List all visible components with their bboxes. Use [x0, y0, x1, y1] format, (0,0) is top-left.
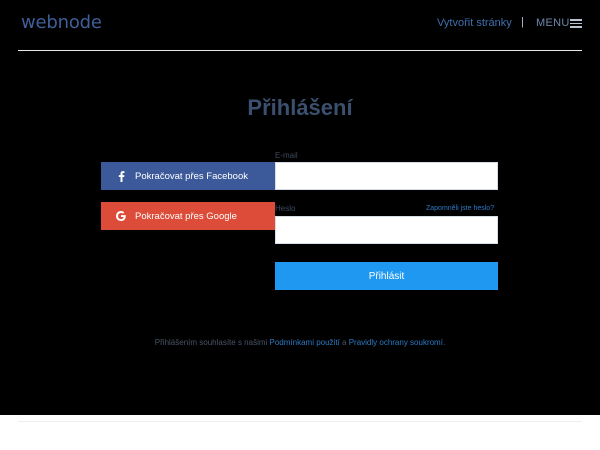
privacy-policy-link[interactable]: Pravidly ochrany soukromí: [349, 338, 443, 347]
page-title: Přihlášení: [247, 95, 353, 120]
site-header: webnode Vytvořit stránky | MENU: [0, 0, 600, 50]
terms-of-use-link[interactable]: Podmínkami použití: [270, 338, 340, 347]
terms-conjunction: a: [339, 338, 349, 347]
google-login-button[interactable]: Pokračovat přes Google: [101, 202, 275, 230]
header-separator: |: [521, 16, 524, 28]
header-divider: [18, 50, 582, 51]
password-label: Heslo: [275, 204, 296, 213]
google-login-label: Pokračovat přes Google: [135, 210, 237, 222]
login-page: webnode Vytvořit stránky | MENU Přihláše…: [0, 0, 600, 415]
login-submit-button[interactable]: Přihlásit: [275, 262, 498, 290]
facebook-login-button[interactable]: Pokračovat přes Facebook: [101, 162, 275, 190]
webnode-logo[interactable]: webnode: [21, 12, 102, 33]
facebook-login-label: Pokračovat přes Facebook: [135, 170, 249, 182]
menu-button-label[interactable]: MENU: [536, 17, 570, 29]
facebook-icon: [115, 170, 127, 182]
email-label: E-mail: [275, 151, 298, 160]
email-field[interactable]: [275, 162, 498, 190]
terms-prefix: Přihlášením souhlasíte s našimi: [154, 338, 270, 347]
footer-divider: [18, 421, 582, 422]
google-icon: [115, 210, 127, 222]
terms-suffix: .: [442, 338, 446, 347]
hamburger-menu-icon[interactable]: [570, 19, 582, 28]
password-field[interactable]: [275, 216, 498, 244]
terms-notice: Přihlášením souhlasíte s našimi Podmínka…: [0, 338, 600, 347]
create-site-link[interactable]: Vytvořit stránky: [437, 17, 512, 29]
forgot-password-link[interactable]: Zapomněli jste heslo?: [426, 205, 494, 212]
